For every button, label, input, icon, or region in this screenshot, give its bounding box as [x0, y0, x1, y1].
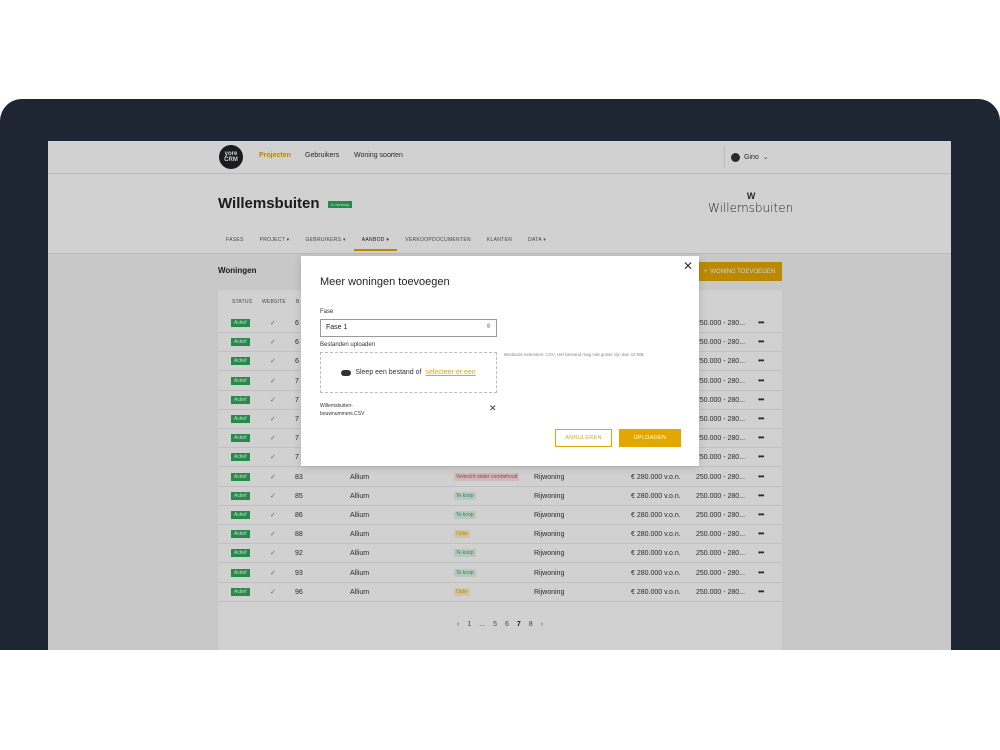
upload-button[interactable]: UPLOADEN — [619, 429, 681, 447]
uploaded-file-name: Willemsbuiten-bouwnummers.CSV — [320, 403, 365, 417]
cancel-button[interactable]: ANNULEREN — [555, 429, 612, 447]
close-icon[interactable]: ✕ — [683, 259, 693, 273]
dropzone-text: Sleep een bestand of — [355, 369, 422, 376]
select-file-link[interactable]: selecteer er een — [425, 369, 475, 376]
fase-label: Fase — [320, 309, 334, 315]
upload-hint: Bestands extensies: CSV. Het bestand mag… — [504, 352, 645, 357]
upload-label: Bestanden uploaden — [320, 342, 376, 348]
fase-select[interactable]: Fase 1 ⇳ — [320, 319, 497, 337]
select-arrow-icon: ⇳ — [485, 324, 491, 330]
file-dropzone[interactable]: Sleep een bestand of selecteer er een — [320, 352, 497, 393]
add-woningen-modal: ✕ Meer woningen toevoegen Fase Fase 1 ⇳ … — [301, 256, 699, 466]
app-screen: yore CRM Projecten Gebruikers Woning soo… — [48, 141, 951, 650]
cloud-upload-icon — [341, 369, 352, 376]
fase-select-value: Fase 1 — [326, 324, 348, 331]
remove-file-icon[interactable]: ✕ — [489, 403, 497, 414]
modal-title: Meer woningen toevoegen — [320, 276, 450, 288]
